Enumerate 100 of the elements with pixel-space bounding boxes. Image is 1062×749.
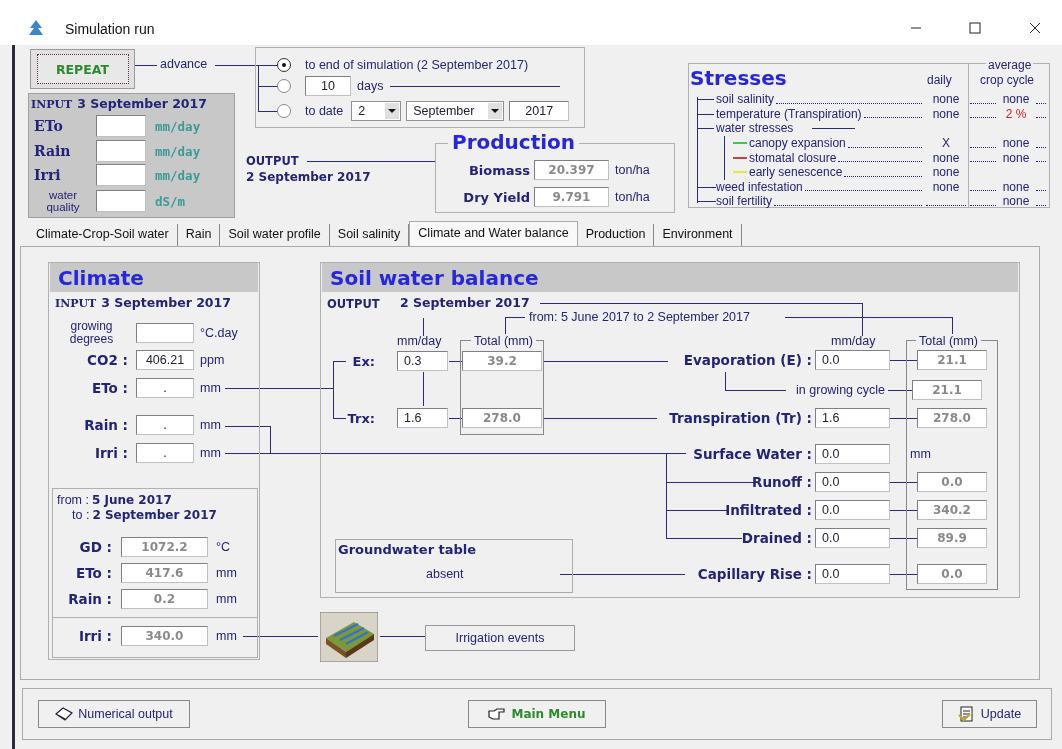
input-field[interactable] (96, 164, 146, 186)
balance-label: Capillary Rise : (696, 566, 812, 582)
unit-label: °C (216, 540, 231, 554)
input-field[interactable] (136, 323, 194, 343)
total-field: 0.0 (917, 564, 987, 584)
groundwater-status: absent (426, 567, 464, 581)
value-field: 0.0 (815, 500, 890, 520)
stress-label: temperature (Transpiration) (716, 106, 862, 121)
daily-value: none (931, 106, 961, 121)
unit-label: mm/day (155, 118, 201, 134)
value-field: 417.6 (121, 563, 208, 583)
unit-label: mm (200, 418, 221, 432)
unit-label: °C.day (200, 326, 238, 340)
unit-label: mm (200, 446, 221, 460)
input-field[interactable]: . (136, 378, 194, 398)
input-field[interactable] (96, 190, 146, 212)
maximize-icon[interactable] (969, 22, 981, 34)
input-field[interactable] (96, 140, 146, 162)
total-field: 278.0 (917, 408, 987, 428)
value-field: 1.6 (397, 408, 448, 428)
output-heading: OUTPUT (246, 154, 299, 168)
balance-label: Runoff : (751, 474, 812, 490)
tab[interactable]: Climate-Crop-Soil water (28, 224, 178, 246)
footer-button[interactable]: Main Menu (468, 700, 606, 728)
daily-value: none (931, 179, 961, 194)
value-field: 0.0 (815, 564, 890, 584)
balance-label: Drained : (740, 530, 812, 546)
unit-label: ton/ha (615, 190, 650, 204)
climate-label: Rain : (83, 417, 128, 433)
total-field: 278.0 (462, 408, 542, 428)
option-label: to date (305, 104, 344, 118)
day-dropdown[interactable]: 2 (351, 101, 402, 121)
stress-label: canopy expansion (749, 136, 846, 151)
year-field[interactable]: 2017 (509, 101, 570, 121)
balance-label: Infiltrated : (724, 502, 812, 518)
climate-label: ETo : (91, 380, 128, 396)
column-heading: daily (927, 73, 952, 87)
repeat-button[interactable]: REPEAT (36, 54, 129, 84)
total-field: 89.9 (917, 528, 987, 548)
total-field: 340.2 (917, 500, 987, 520)
unit-heading: mm/day (397, 334, 442, 348)
month-dropdown[interactable]: September (406, 101, 505, 121)
value-field: 0.0 (815, 472, 890, 492)
stress-label: weed infestation (716, 179, 803, 194)
unit-label: mm/day (155, 167, 201, 183)
climate-label: Irri : (93, 445, 128, 461)
input-field[interactable]: . (136, 443, 194, 463)
to-label: to : (72, 508, 90, 522)
radio-button[interactable] (277, 58, 291, 72)
total-field: 0.0 (917, 472, 987, 492)
radio-button[interactable] (277, 79, 291, 93)
unit-label: dS/m (155, 193, 186, 209)
input-field[interactable] (96, 115, 146, 137)
footer-button[interactable]: Numerical output (38, 700, 190, 728)
tab[interactable]: Production (577, 224, 655, 246)
unit-heading: mm/day (831, 334, 876, 348)
total-field: 39.2 (462, 351, 542, 371)
input-field[interactable]: 406.21 (136, 350, 194, 370)
window-title: Simulation run (65, 21, 155, 37)
value-field: 1072.2 (121, 537, 208, 557)
balance-label: Trx: (346, 410, 375, 426)
input-heading: INPUT (31, 98, 73, 111)
footer-button[interactable]: Update (942, 700, 1037, 728)
tab[interactable]: Environment (654, 224, 742, 246)
balance-label: Surface Water : (692, 446, 812, 462)
stress-label: early senescence (749, 165, 843, 180)
daily-value: none (931, 165, 961, 180)
value-field: 340.0 (121, 626, 208, 646)
total-heading: Total (mm) (916, 334, 982, 348)
climate-label: growing degrees (68, 320, 115, 346)
period-label: ETo : (75, 565, 112, 581)
stress-label: soil fertility (716, 194, 772, 209)
total-heading: Total (mm) (471, 334, 537, 348)
to-date: 2 September 2017 (92, 508, 217, 522)
tab[interactable]: Soil water profile (220, 224, 330, 246)
average-value: none (1001, 92, 1031, 107)
tab[interactable]: Rain (177, 224, 221, 246)
unit-label: ton/ha (615, 163, 650, 177)
days-field[interactable]: 10 (305, 76, 351, 96)
value-field: 0.3 (397, 351, 448, 371)
balance-label: in growing cycle (795, 383, 885, 397)
unit-label: mm (216, 566, 237, 580)
balance-label: Evaporation (E) : (682, 352, 812, 368)
period-label: GD : (78, 539, 112, 555)
value-field: 0.0 (815, 528, 890, 548)
unit-label: mm/day (155, 143, 201, 159)
input-field[interactable]: . (136, 415, 194, 435)
production-label: Biomass (467, 162, 530, 178)
close-icon[interactable] (1029, 22, 1041, 34)
radio-button[interactable] (277, 104, 291, 118)
tab[interactable]: Climate and Water balance (409, 221, 578, 246)
balance-title: Soil water balance (330, 265, 539, 290)
value-field: 0.2 (121, 589, 208, 609)
option-label: to end of simulation (2 September 2017) (305, 58, 529, 72)
irrigation-events-button[interactable]: Irrigation events (425, 625, 575, 651)
stress-label: stomatal closure (749, 150, 837, 165)
column-heading: crop cycle (980, 73, 1035, 87)
irrigated-field-icon[interactable] (320, 612, 378, 662)
balance-label: Transpiration (Tr) : (668, 410, 812, 426)
unit-label: mm (216, 629, 237, 643)
